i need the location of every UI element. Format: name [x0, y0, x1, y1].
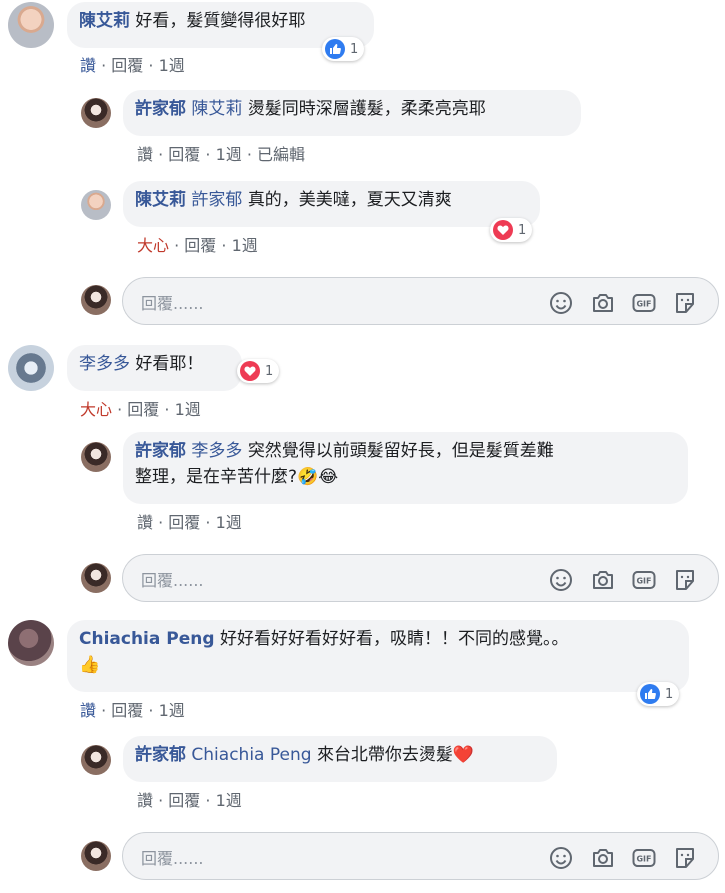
sticker-icon[interactable] [673, 846, 697, 870]
timestamp[interactable]: 1週 [216, 513, 242, 532]
reply-placeholder: 回覆...... [141, 849, 204, 868]
reply-bubble: 許家郁 Chiachia Peng 來台北帶你去燙髮❤️ [123, 736, 557, 782]
love-icon [240, 361, 260, 381]
reply-button[interactable]: 回覆 [184, 236, 216, 255]
reply-button[interactable]: 回覆 [168, 513, 200, 532]
reply-actions: 讚 · 回覆 · 1週 · 已編輯 [137, 145, 306, 164]
sticker-icon[interactable] [673, 291, 697, 315]
reply-author[interactable]: 許家郁 [135, 441, 186, 461]
reply-text: 來台北帶你去燙髮❤️ [316, 745, 475, 765]
camera-icon[interactable] [591, 846, 615, 870]
mention-link[interactable]: 許家郁 [191, 190, 242, 210]
emoji-icon[interactable] [549, 846, 573, 870]
comment-actions: 讚 · 回覆 · 1週 [80, 701, 185, 720]
reply-author[interactable]: 許家郁 [135, 99, 186, 119]
timestamp[interactable]: 1週 [159, 56, 185, 75]
reply-text: 燙髮同時深層護髮，柔柔亮亮耶 [247, 99, 486, 119]
reply-author[interactable]: 許家郁 [135, 745, 186, 765]
avatar[interactable] [81, 745, 111, 775]
gif-icon[interactable]: GIF [632, 291, 656, 315]
avatar[interactable] [8, 345, 54, 391]
reply-placeholder: 回覆...... [141, 294, 204, 313]
camera-icon[interactable] [591, 568, 615, 592]
avatar[interactable] [81, 98, 111, 128]
reply-author[interactable]: 陳艾莉 [135, 190, 186, 210]
reaction-count[interactable]: 1 [322, 37, 365, 61]
reply-input[interactable]: 回覆...... GIF [122, 554, 719, 602]
camera-icon[interactable] [591, 291, 615, 315]
reaction-count[interactable]: 1 [237, 359, 280, 383]
comment-author[interactable]: Chiachia Peng [79, 629, 215, 649]
reply-text-line2: 整理，是在辛苦什麼?🤣😂 [135, 467, 339, 487]
edited-label[interactable]: 已編輯 [257, 145, 305, 164]
gif-icon[interactable]: GIF [632, 846, 656, 870]
avatar [81, 285, 111, 315]
reply-input[interactable]: 回覆...... GIF [122, 277, 719, 325]
love-icon [493, 220, 513, 240]
reply-bubble: 許家郁 陳艾莉 燙髮同時深層護髮，柔柔亮亮耶 [123, 90, 581, 136]
svg-text:GIF: GIF [636, 855, 651, 864]
emoji-icon[interactable] [549, 568, 573, 592]
timestamp[interactable]: 1週 [216, 145, 242, 164]
comment-text-line2: 👍 [79, 655, 101, 675]
comment-text: 好看耶！ [135, 354, 204, 374]
timestamp[interactable]: 1週 [159, 701, 185, 720]
timestamp[interactable]: 1週 [216, 791, 242, 810]
reply-actions: 讚 · 回覆 · 1週 [137, 513, 242, 532]
reply-button[interactable]: 回覆 [111, 701, 143, 720]
reply-text: 真的，美美噠，夏天又清爽 [247, 190, 452, 210]
reply-input[interactable]: 回覆...... GIF [122, 832, 719, 880]
like-button[interactable]: 讚 [137, 791, 153, 810]
reply-actions: 讚 · 回覆 · 1週 [137, 791, 242, 810]
reaction-number: 1 [350, 41, 359, 57]
mention-link[interactable]: Chiachia Peng [191, 745, 311, 765]
svg-text:GIF: GIF [636, 577, 651, 586]
reply-button[interactable]: 回覆 [127, 400, 159, 419]
avatar[interactable] [8, 620, 54, 666]
avatar [81, 563, 111, 593]
comment-text-line1: 好好看好好看好好看，吸睛！！不同的感覺。。 [219, 629, 569, 649]
comment-actions: 大心 · 回覆 · 1週 [80, 400, 201, 419]
comment-bubble: 李多多 好看耶！ [67, 345, 242, 391]
like-icon [325, 39, 345, 59]
love-button[interactable]: 大心 [80, 400, 112, 419]
sticker-icon[interactable] [673, 568, 697, 592]
reply-placeholder: 回覆...... [141, 571, 204, 590]
avatar[interactable] [81, 190, 111, 220]
avatar[interactable] [8, 2, 54, 48]
mention-link[interactable]: 陳艾莉 [191, 99, 242, 119]
comment-author[interactable]: 陳艾莉 [79, 11, 130, 31]
like-button[interactable]: 讚 [80, 56, 96, 75]
comment-author[interactable]: 李多多 [79, 354, 130, 374]
mention-link[interactable]: 李多多 [191, 441, 242, 461]
reaction-number: 1 [518, 222, 527, 238]
reply-bubble: 許家郁 李多多 突然覺得以前頭髮留好長，但是髮質差難 整理，是在辛苦什麼?🤣😂 [123, 432, 688, 504]
svg-text:GIF: GIF [636, 300, 651, 309]
comment-bubble: Chiachia Peng 好好看好好看好好看，吸睛！！不同的感覺。。 👍 [67, 620, 689, 692]
reaction-count[interactable]: 1 [490, 218, 533, 242]
reply-button[interactable]: 回覆 [111, 56, 143, 75]
reply-button[interactable]: 回覆 [168, 791, 200, 810]
like-button[interactable]: 讚 [80, 701, 96, 720]
like-button[interactable]: 讚 [137, 145, 153, 164]
timestamp[interactable]: 1週 [175, 400, 201, 419]
reaction-count[interactable]: 1 [637, 682, 680, 706]
avatar[interactable] [81, 442, 111, 472]
love-button[interactable]: 大心 [137, 236, 169, 255]
comment-text: 好看，髮質變得很好耶 [135, 11, 306, 31]
gif-icon[interactable]: GIF [632, 568, 656, 592]
timestamp[interactable]: 1週 [232, 236, 258, 255]
like-button[interactable]: 讚 [137, 513, 153, 532]
reaction-number: 1 [665, 686, 674, 702]
avatar [81, 841, 111, 871]
reply-bubble: 陳艾莉 許家郁 真的，美美噠，夏天又清爽 [123, 181, 540, 227]
comment-actions: 讚 · 回覆 · 1週 [80, 56, 185, 75]
reply-actions: 大心 · 回覆 · 1週 [137, 236, 258, 255]
reply-button[interactable]: 回覆 [168, 145, 200, 164]
emoji-icon[interactable] [549, 291, 573, 315]
reaction-number: 1 [265, 363, 274, 379]
reply-text-line1: 突然覺得以前頭髮留好長，但是髮質差難 [247, 441, 554, 461]
like-icon [640, 684, 660, 704]
